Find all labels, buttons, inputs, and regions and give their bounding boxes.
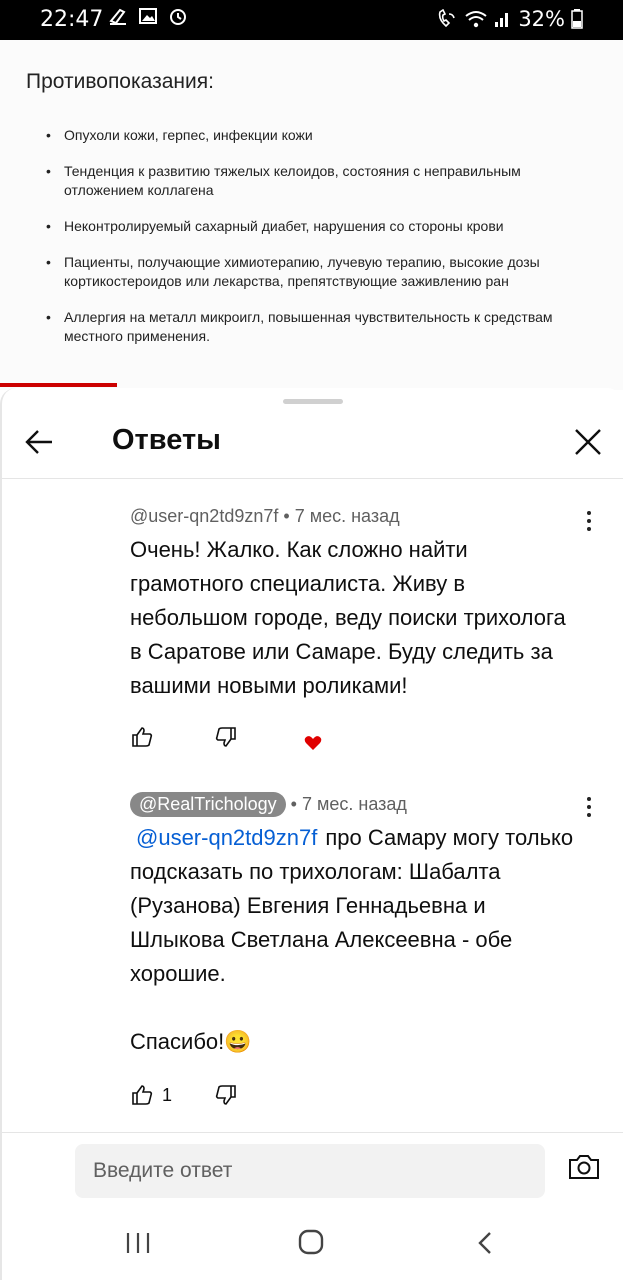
back-nav-button[interactable] bbox=[468, 1228, 504, 1258]
contraindications-list: Опухоли кожи, герпес, инфекции кожи Тенд… bbox=[46, 126, 576, 363]
wifi-call-icon bbox=[439, 9, 456, 28]
camera-button[interactable] bbox=[567, 1152, 603, 1188]
list-item: Опухоли кожи, герпес, инфекции кожи bbox=[46, 126, 576, 145]
arrow-left-icon bbox=[25, 430, 52, 454]
list-item: Тенденция к развитию тяжелых келоидов, с… bbox=[46, 162, 576, 200]
like-count: 1 bbox=[162, 1084, 173, 1105]
recents-button[interactable] bbox=[120, 1228, 156, 1258]
image-icon bbox=[139, 8, 157, 24]
comment-time: 7 мес. назад bbox=[294, 506, 400, 526]
battery-icon bbox=[571, 9, 583, 29]
comment-author-chip[interactable]: @RealTrichology bbox=[130, 792, 286, 817]
description-heading: Противопоказания: bbox=[26, 70, 214, 93]
sheet-title: Ответы bbox=[112, 424, 221, 456]
like-button[interactable] bbox=[130, 724, 154, 750]
mention-link[interactable]: @user-qn2td9zn7f bbox=[136, 825, 317, 850]
comment-more-button[interactable] bbox=[577, 506, 601, 536]
signal-icon bbox=[495, 13, 509, 27]
thumbs-up-icon bbox=[132, 727, 153, 747]
reply-input[interactable] bbox=[75, 1144, 545, 1198]
sound-off-icon bbox=[109, 8, 126, 25]
divider bbox=[2, 1132, 623, 1133]
alarm-icon bbox=[170, 9, 186, 25]
comment-meta: @user-qn2td9zn7f • 7 мес. назад bbox=[130, 506, 580, 527]
home-button[interactable] bbox=[293, 1228, 329, 1258]
recents-icon bbox=[126, 1233, 150, 1253]
list-item: Пациенты, получающие химиотерапию, лучев… bbox=[46, 253, 576, 291]
meta-separator: • bbox=[283, 506, 295, 526]
system-nav-bar bbox=[0, 1210, 623, 1280]
dislike-button[interactable] bbox=[214, 724, 238, 750]
comment-more-button[interactable] bbox=[577, 792, 601, 822]
heart-icon bbox=[304, 736, 322, 750]
creator-heart bbox=[304, 730, 322, 756]
comment-item: @RealTrichology • 7 мес. назад @user-qn2… bbox=[130, 792, 580, 1059]
list-item: Аллергия на металл микроигл, повышенная … bbox=[46, 308, 576, 346]
back-button[interactable] bbox=[22, 424, 58, 460]
status-time: 22:47 bbox=[40, 7, 104, 32]
comment-author[interactable]: @user-qn2td9zn7f bbox=[130, 506, 278, 526]
comment-item: @user-qn2td9zn7f • 7 мес. назад Очень! Ж… bbox=[130, 506, 580, 703]
video-progress-bar bbox=[0, 383, 117, 387]
divider bbox=[2, 478, 623, 479]
comment-time: 7 мес. назад bbox=[301, 794, 407, 814]
chevron-left-icon bbox=[478, 1232, 491, 1254]
comment-meta: @RealTrichology • 7 мес. назад bbox=[130, 792, 580, 817]
list-item: Неконтролируемый сахарный диабет, наруше… bbox=[46, 217, 576, 236]
thumbs-up-icon bbox=[132, 1085, 153, 1105]
dislike-button[interactable] bbox=[214, 1082, 238, 1108]
drag-handle[interactable] bbox=[283, 399, 343, 404]
wifi-icon bbox=[465, 11, 487, 28]
thumbs-down-icon bbox=[215, 1085, 236, 1105]
status-bar: 22:47 32% bbox=[0, 0, 623, 40]
comment-text: @user-qn2td9zn7f про Самару могу только п… bbox=[130, 821, 580, 991]
close-button[interactable] bbox=[570, 424, 606, 460]
thumbs-down-icon bbox=[215, 727, 236, 747]
comment-text: Очень! Жалко. Как сложно найти грамотног… bbox=[130, 537, 566, 698]
replies-sheet: Ответы @user-qn2td9zn7f • 7 мес. назад О… bbox=[0, 388, 623, 1280]
comment-text-thanks: Спасибо!😀 bbox=[130, 1029, 252, 1054]
camera-icon bbox=[569, 1155, 599, 1179]
like-button[interactable]: 1 bbox=[130, 1082, 172, 1108]
battery-percent: 32% bbox=[518, 7, 565, 31]
meta-separator: • bbox=[290, 794, 302, 814]
home-icon bbox=[298, 1229, 324, 1255]
close-icon bbox=[575, 429, 601, 455]
video-description: Противопоказания: Опухоли кожи, герпес, … bbox=[0, 40, 623, 390]
